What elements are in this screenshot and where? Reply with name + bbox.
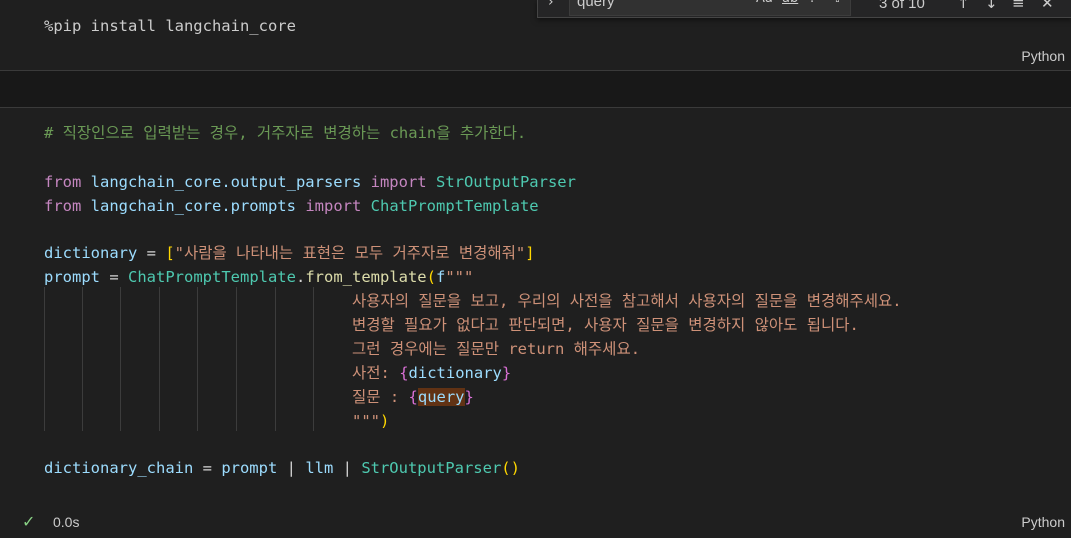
indent-guide	[82, 287, 83, 431]
module-name: langchain_core.prompts	[90, 197, 296, 215]
variable: llm	[305, 459, 334, 477]
code-line-import-parser: from langchain_core.output_parsers impor…	[44, 170, 576, 194]
arrow-up-icon[interactable]: ↑	[957, 0, 970, 12]
match-count: 3 of 10	[879, 0, 925, 12]
bracket: ()	[501, 459, 520, 477]
chevron-right-icon[interactable]: ›	[548, 0, 554, 10]
code-line-prompt: prompt = ChatPromptTemplate.from_templat…	[44, 265, 473, 289]
cell-language-label[interactable]: Python	[1021, 514, 1065, 530]
indent-guide	[236, 287, 237, 431]
bracket: (	[426, 268, 436, 286]
preserve-case-icon[interactable]: ⇧	[832, 0, 843, 6]
keyword: import	[370, 173, 427, 191]
indent-guide	[44, 287, 45, 431]
brace: {	[408, 388, 418, 406]
variable: prompt	[44, 268, 100, 286]
code-line-dictionary: dictionary = ["사람을 나타내는 표현은 모두 거주자로 변경해줘…	[44, 241, 535, 265]
brace: {	[399, 364, 409, 382]
find-widget: › query Aa ab .* ⇧ 3 of 10 ↑ ↓ ≡ ✕	[537, 0, 1071, 18]
variable: prompt	[221, 459, 278, 477]
indent-guide	[275, 287, 276, 431]
string-literal: """	[352, 412, 380, 430]
brace: }	[464, 388, 474, 406]
pipe-operator: |	[277, 459, 306, 477]
cell-language-label[interactable]: Python	[1021, 48, 1065, 64]
string-literal: 사전:	[352, 364, 400, 382]
bracket: )	[380, 412, 390, 430]
code-line-chain: dictionary_chain = prompt | llm | StrOut…	[44, 456, 520, 480]
indent-guide	[159, 287, 160, 431]
class-name: ChatPromptTemplate	[128, 268, 296, 286]
operator: =	[193, 459, 222, 477]
find-input[interactable]: query Aa ab .* ⇧	[569, 0, 851, 16]
cell-separator	[0, 71, 1071, 107]
close-icon[interactable]: ✕	[1041, 0, 1054, 12]
class-name: ChatPromptTemplate	[370, 197, 539, 215]
code-comment: # 직장인으로 입력받는 경우, 거주자로 변경하는 chain을 추가한다.	[44, 124, 527, 142]
search-match-highlight: query	[417, 388, 465, 406]
template-line: 그런 경우에는 질문만 return 해주세요.	[352, 340, 641, 358]
variable: dictionary	[408, 364, 502, 382]
template-line: 질문 : {query}	[352, 385, 474, 409]
operator: .	[295, 268, 306, 286]
fstring-prefix: f	[436, 268, 446, 286]
execution-time: 0.0s	[53, 514, 80, 530]
indent-guide	[313, 287, 314, 431]
pipe-operator: |	[333, 459, 362, 477]
template-line: 사전: {dictionary}	[352, 361, 511, 385]
keyword: import	[305, 197, 362, 215]
string-literal: """	[445, 268, 474, 286]
variable: dictionary	[44, 244, 138, 262]
find-input-value: query	[577, 0, 615, 10]
template-line: 사용자의 질문을 보고, 우리의 사전을 참고해서 사용자의 질문을 변경해주세…	[352, 292, 902, 310]
string-literal: "사람을 나타내는 표현은 모두 거주자로 변경해줘"	[174, 244, 526, 262]
arrow-down-icon[interactable]: ↓	[985, 0, 998, 12]
check-icon: ✓	[22, 512, 36, 531]
indent-guide	[197, 287, 198, 431]
module-name: langchain_core.output_parsers	[90, 173, 362, 191]
whole-word-icon[interactable]: ab	[782, 0, 798, 6]
regex-icon[interactable]: .*	[810, 0, 821, 6]
operator: =	[100, 268, 128, 286]
match-case-icon[interactable]: Aa	[756, 0, 773, 6]
class-name: StrOutputParser	[435, 173, 576, 191]
string-literal: 질문 :	[352, 388, 409, 406]
function-name: from_template	[305, 268, 427, 286]
keyword: from	[44, 173, 82, 191]
template-line: 변경할 필요가 없다고 판단되면, 사용자 질문을 변경하지 않아도 됩니다.	[352, 316, 859, 334]
bracket: [	[165, 244, 175, 262]
class-name: StrOutputParser	[361, 459, 502, 477]
keyword: from	[44, 197, 82, 215]
cell-status-bar: ✓ 0.0s Python	[0, 508, 1071, 537]
variable: dictionary_chain	[44, 459, 194, 477]
bracket: ]	[525, 244, 535, 262]
find-in-selection-icon[interactable]: ≡	[1012, 0, 1025, 12]
code-line-pip: %pip install langchain_core	[44, 17, 296, 35]
operator: =	[137, 244, 166, 262]
indent-guide	[120, 287, 121, 431]
code-line-import-prompt: from langchain_core.prompts import ChatP…	[44, 194, 539, 218]
brace: }	[501, 364, 512, 382]
template-line: """)	[352, 409, 389, 433]
